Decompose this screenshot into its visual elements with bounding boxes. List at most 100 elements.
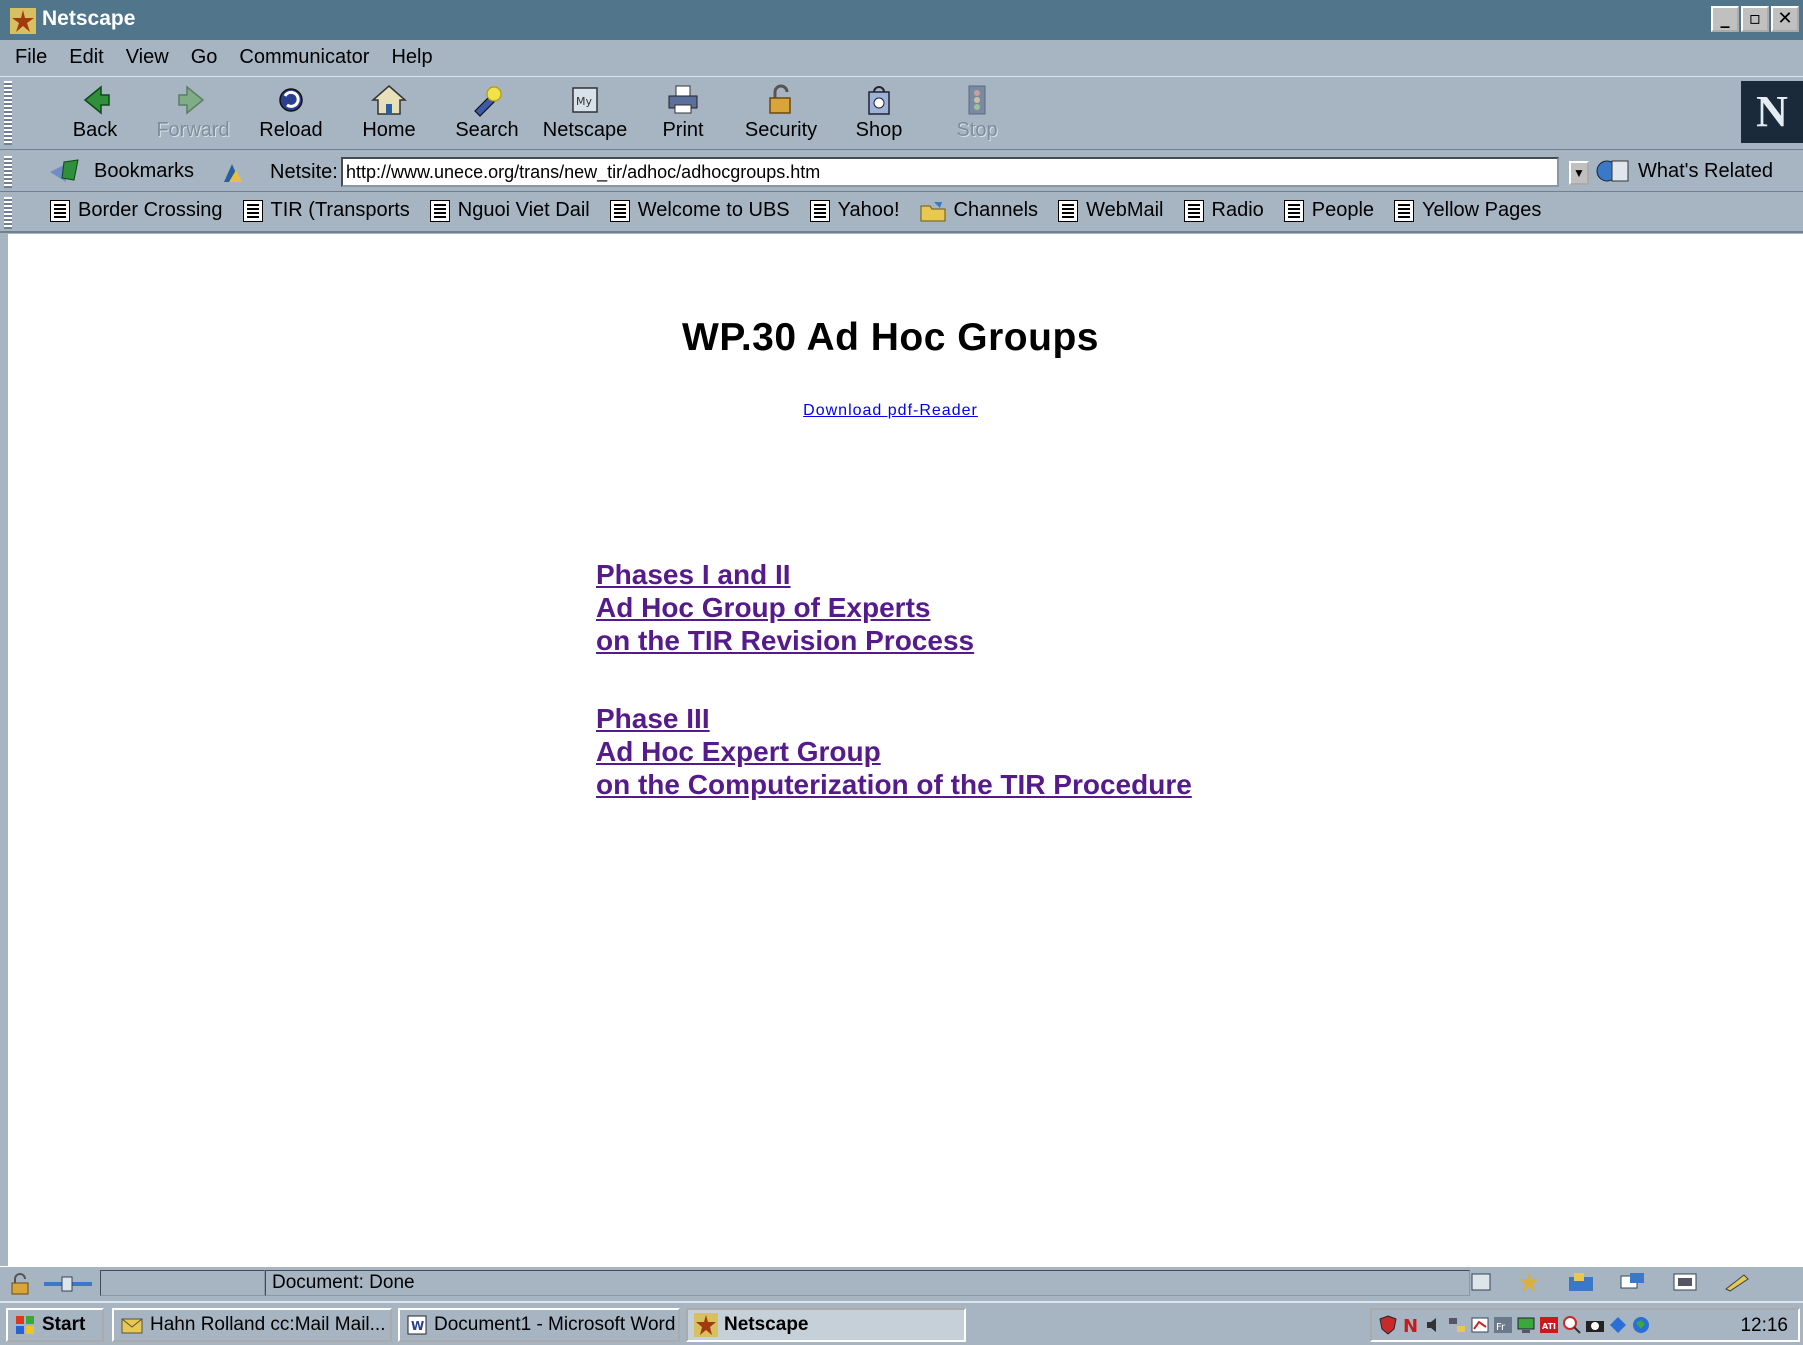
- my-netscape-button[interactable]: My Netscape: [536, 83, 634, 142]
- netsite-label: Netsite:: [270, 161, 338, 183]
- navigation-toolbar: Back Forward Reload Home Search My Netsc…: [0, 76, 1803, 150]
- toolbar-grip[interactable]: [4, 81, 12, 145]
- print-button[interactable]: Print: [634, 83, 732, 142]
- personal-toolbar: Border Crossing TIR (Transports Nguoi Vi…: [0, 193, 1803, 233]
- component-bar-mail-icon[interactable]: [1566, 1271, 1596, 1293]
- page-content[interactable]: WP.30 Ad Hoc Groups Download pdf-Reader …: [8, 234, 1803, 1266]
- close-button[interactable]: ✕: [1771, 6, 1799, 32]
- link-line: on the TIR Revision Process: [596, 625, 975, 656]
- bookmark-page-icon: [609, 199, 630, 222]
- bookmark-page-icon: [1283, 199, 1304, 222]
- svg-text:My: My: [576, 95, 592, 108]
- volume-speaker-icon[interactable]: [1424, 1315, 1444, 1335]
- component-bar-composer-icon[interactable]: [1670, 1271, 1700, 1293]
- page-title: WP.30 Ad Hoc Groups: [682, 316, 1099, 359]
- bookmark-yahoo[interactable]: Yahoo!: [809, 199, 900, 222]
- maximize-button[interactable]: ▫: [1741, 6, 1769, 32]
- bookmark-page-icon: [429, 199, 450, 222]
- component-bar-edit-icon[interactable]: [1722, 1271, 1752, 1293]
- shopping-bag-icon: [868, 86, 890, 115]
- scheduler-tray-icon[interactable]: [1470, 1315, 1490, 1335]
- antivirus-shield-icon[interactable]: [1378, 1315, 1398, 1335]
- stop-icon: [968, 85, 986, 115]
- bookmark-nguoi-viet-dail[interactable]: Nguoi Viet Dail: [429, 199, 590, 222]
- bookmark-page-icon: [809, 199, 830, 222]
- menu-edit[interactable]: Edit: [58, 46, 114, 69]
- network-tray-icon[interactable]: [1447, 1315, 1467, 1335]
- back-arrow-icon: [83, 85, 110, 115]
- my-netscape-icon: My: [572, 87, 598, 113]
- svg-text:W: W: [411, 1319, 424, 1333]
- netscape-throbber-logo[interactable]: N: [1741, 81, 1803, 143]
- language-indicator-icon[interactable]: Fr: [1493, 1315, 1513, 1335]
- search-flashlight-icon: [474, 86, 502, 117]
- bookmark-welcome-to-ubs[interactable]: Welcome to UBS: [609, 199, 790, 222]
- bookmark-webmail[interactable]: WebMail: [1058, 199, 1164, 222]
- svg-text:N: N: [1403, 1316, 1418, 1335]
- bookmark-yellow-pages[interactable]: Yellow Pages: [1394, 199, 1541, 222]
- taskbar-item-word[interactable]: W Document1 - Microsoft Word: [398, 1308, 680, 1342]
- menu-bar: File Edit View Go Communicator Help: [0, 40, 1803, 74]
- whats-related-button[interactable]: What's Related: [1596, 157, 1773, 185]
- ati-tray-icon[interactable]: ATI: [1539, 1315, 1559, 1335]
- component-bar-browser-icon[interactable]: [1514, 1271, 1544, 1293]
- bookmark-radio[interactable]: Radio: [1183, 199, 1264, 222]
- forward-arrow-icon: [178, 85, 205, 115]
- menu-help[interactable]: Help: [380, 46, 443, 69]
- taskbar-item-netscape[interactable]: Netscape: [686, 1308, 966, 1342]
- back-button[interactable]: Back: [46, 83, 144, 142]
- bookmarks-label: Bookmarks: [94, 159, 195, 182]
- globe-tray-icon[interactable]: [1631, 1315, 1651, 1335]
- link-line: Ad Hoc Group of Experts: [596, 592, 931, 623]
- windows-taskbar: Start Hahn Rolland cc:Mail Mail... W Doc…: [0, 1301, 1803, 1345]
- home-icon: [371, 85, 407, 115]
- forward-button[interactable]: Forward: [144, 83, 242, 142]
- download-pdf-reader-link[interactable]: Download pdf-Reader: [8, 402, 1773, 420]
- toolbar-grip[interactable]: [4, 197, 12, 229]
- page-proxy-icon[interactable]: [220, 160, 246, 186]
- menu-go[interactable]: Go: [180, 46, 229, 69]
- minimize-button[interactable]: _: [1711, 6, 1739, 32]
- display-settings-icon[interactable]: [1516, 1315, 1536, 1335]
- location-toolbar: Bookmarks Netsite: http://www.unece.org/…: [0, 152, 1803, 192]
- component-bar-discussions-icon[interactable]: [1618, 1271, 1648, 1293]
- bookmark-page-icon: [1394, 199, 1415, 222]
- shop-button[interactable]: Shop: [830, 83, 928, 142]
- taskbar-item-ccmail[interactable]: Hahn Rolland cc:Mail Mail...: [112, 1308, 392, 1342]
- magnifier-tray-icon[interactable]: [1562, 1315, 1582, 1335]
- menu-view[interactable]: View: [115, 46, 180, 69]
- toolbar-grip[interactable]: [4, 156, 12, 188]
- reload-button[interactable]: Reload: [242, 83, 340, 142]
- mail-envelope-icon: [121, 1318, 143, 1334]
- stop-button[interactable]: Stop: [928, 83, 1026, 142]
- url-dropdown-button[interactable]: ▼: [1569, 161, 1589, 185]
- security-button[interactable]: Security: [732, 83, 830, 142]
- start-button[interactable]: Start: [6, 1308, 104, 1342]
- bookmark-people[interactable]: People: [1283, 199, 1374, 222]
- menu-communicator[interactable]: Communicator: [228, 46, 380, 69]
- phases-i-ii-link[interactable]: Phases I and II Ad Hoc Group of Experts …: [596, 558, 974, 657]
- title-bar[interactable]: Netscape _ ▫ ✕: [0, 0, 1803, 40]
- bookmark-channels[interactable]: Channels: [920, 199, 1038, 222]
- phase-iii-link[interactable]: Phase III Ad Hoc Expert Group on the Com…: [596, 702, 1192, 801]
- bookmark-page-icon: [50, 199, 70, 222]
- bookmark-tir-transports[interactable]: TIR (Transports: [242, 199, 410, 222]
- bookmark-border-crossing[interactable]: Border Crossing: [50, 199, 223, 222]
- link-line: Ad Hoc Expert Group: [596, 736, 881, 767]
- bookmarks-button[interactable]: Bookmarks: [48, 158, 194, 184]
- status-bar: Document: Done: [0, 1266, 1803, 1300]
- taskbar-clock[interactable]: 12:16: [1740, 1315, 1788, 1337]
- url-input[interactable]: http://www.unece.org/trans/new_tir/adhoc…: [341, 157, 1559, 187]
- search-button[interactable]: Search: [438, 83, 536, 142]
- home-button[interactable]: Home: [340, 83, 438, 142]
- online-connection-icon[interactable]: [40, 1275, 96, 1293]
- security-lock-icon[interactable]: [8, 1273, 32, 1295]
- printer-icon: [668, 85, 698, 114]
- menu-file[interactable]: File: [4, 46, 58, 69]
- netscape-n-tray-icon[interactable]: N: [1401, 1315, 1421, 1335]
- camera-tray-icon[interactable]: [1585, 1315, 1605, 1335]
- link-line: on the Computerization of the TIR Proced…: [596, 769, 1192, 800]
- whats-related-icon: [1596, 160, 1629, 182]
- component-bar-navigator-icon[interactable]: [1470, 1271, 1492, 1293]
- messenger-tray-icon[interactable]: [1608, 1315, 1628, 1335]
